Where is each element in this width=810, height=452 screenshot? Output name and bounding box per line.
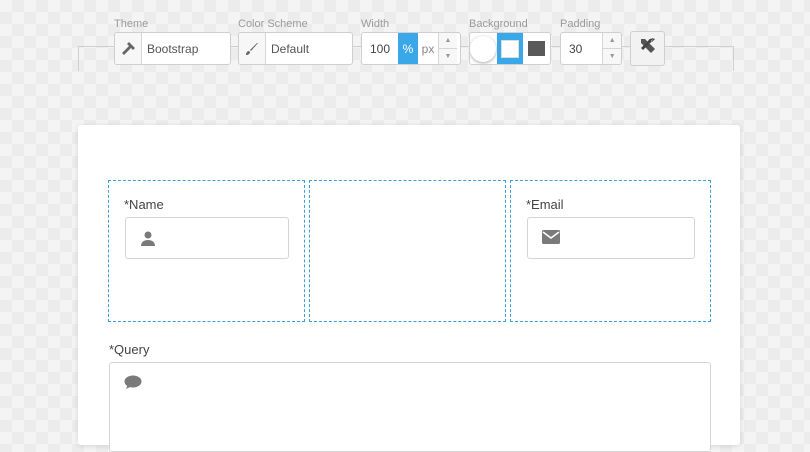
theme-value: Bootstrap <box>147 41 199 56</box>
form-card: *Name *Email *Query <box>78 125 740 452</box>
query-label: *Query <box>109 342 150 357</box>
padding-stepper[interactable]: ▲ ▼ <box>602 33 621 64</box>
chevron-down-icon[interactable]: ▼ <box>439 48 457 64</box>
dark-swatch-icon <box>528 41 546 56</box>
tools-icon <box>638 36 658 61</box>
theme-select[interactable]: Bootstrap <box>114 32 231 65</box>
chevron-up-icon[interactable]: ▲ <box>439 33 457 48</box>
padding-control: 30 ▲ ▼ <box>560 32 622 65</box>
tools-button[interactable] <box>630 31 665 66</box>
theme-label: Theme <box>114 18 149 30</box>
white-swatch-icon <box>470 35 497 62</box>
theme-group: Theme Bootstrap <box>114 17 231 65</box>
user-icon <box>140 230 156 251</box>
bg-option-white[interactable] <box>470 33 497 64</box>
email-label: *Email <box>526 197 564 212</box>
width-input[interactable]: 100 <box>362 33 398 64</box>
width-label: Width <box>361 18 390 30</box>
email-input[interactable] <box>527 217 695 259</box>
background-label: Background <box>469 18 528 30</box>
background-group: Background <box>469 17 551 65</box>
name-label: *Name <box>124 197 164 212</box>
background-picker <box>469 32 551 65</box>
width-stepper[interactable]: ▲ ▼ <box>438 33 457 64</box>
color-scheme-label: Color Scheme <box>238 18 308 30</box>
brush-icon <box>239 33 266 64</box>
padding-group: Padding 30 ▲ ▼ <box>560 17 622 65</box>
bg-option-light[interactable] <box>496 33 524 64</box>
chevron-down-icon[interactable]: ▼ <box>603 48 621 64</box>
color-scheme-select[interactable]: Default <box>238 32 353 65</box>
color-scheme-group: Color Scheme Default <box>238 17 353 65</box>
unit-px-toggle[interactable]: px <box>418 33 438 64</box>
light-swatch-icon <box>501 39 519 58</box>
name-input[interactable] <box>125 217 289 259</box>
padding-input[interactable]: 30 <box>561 33 602 64</box>
chevron-up-icon[interactable]: ▲ <box>603 33 621 48</box>
bg-option-dark[interactable] <box>523 33 550 64</box>
width-group: Width 100 % px ▲ ▼ <box>361 17 461 65</box>
width-control: 100 % px ▲ ▼ <box>361 32 461 65</box>
email-cell: *Email <box>510 180 711 322</box>
name-cell: *Name <box>108 180 305 322</box>
envelope-icon <box>542 230 560 249</box>
padding-label: Padding <box>560 18 601 30</box>
comment-icon <box>124 375 142 395</box>
query-textarea[interactable] <box>109 362 711 452</box>
unit-percent-toggle[interactable]: % <box>398 33 418 64</box>
color-scheme-value: Default <box>271 41 310 56</box>
empty-cell <box>309 180 506 322</box>
hammer-icon <box>115 33 142 64</box>
